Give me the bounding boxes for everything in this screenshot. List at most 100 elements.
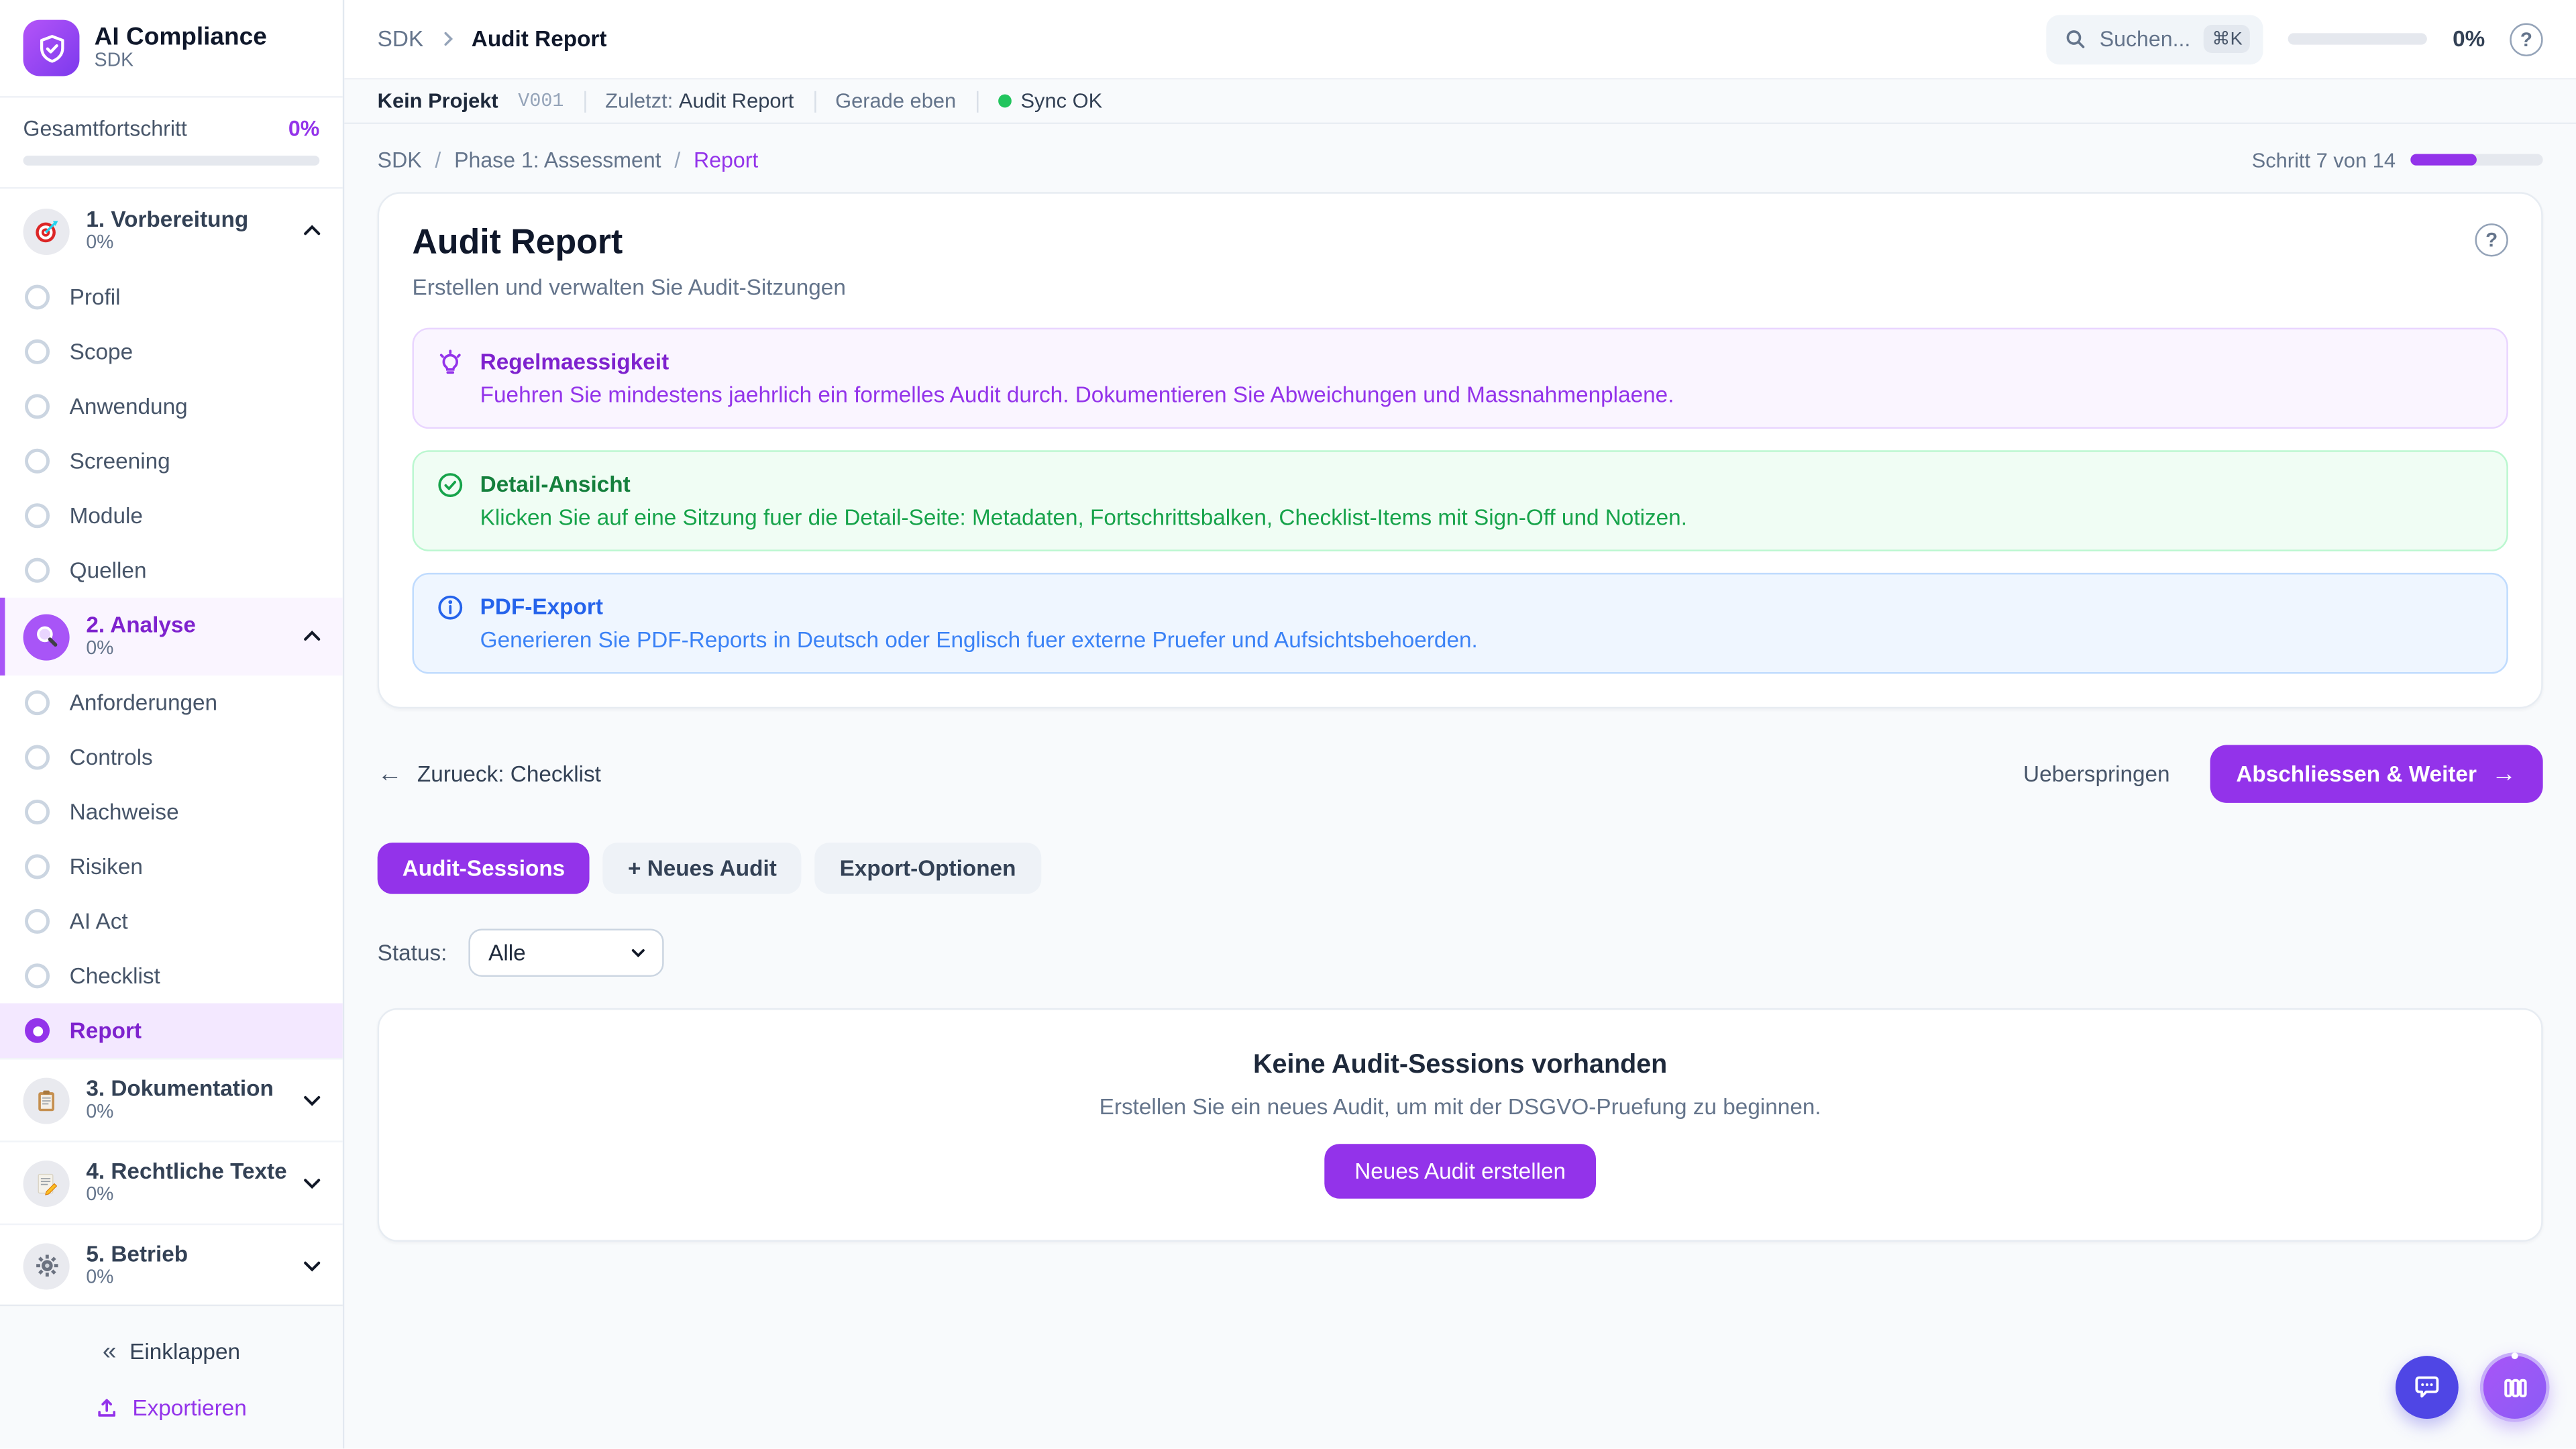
status-bar: Kein Projekt V001 Zuletzt: Audit Report … (344, 79, 2576, 124)
page-title: Audit Report (412, 223, 623, 263)
sidebar-section-dokumentation[interactable]: 3. Dokumentation 0% (0, 1058, 343, 1140)
sidebar-item-nachweise[interactable]: Nachweise (0, 785, 343, 839)
search-icon (2065, 28, 2086, 50)
empty-state-title: Keine Audit-Sessions vorhanden (1253, 1051, 1667, 1081)
complete-next-button[interactable]: Abschliessen & Weiter → (2210, 745, 2543, 803)
section-label: 5. Betrieb (86, 1242, 284, 1268)
radio-icon (25, 909, 50, 934)
search-input[interactable]: Suchen... ⌘K (2047, 14, 2264, 64)
chat-bubble-icon (2412, 1373, 2442, 1402)
project-name: Kein Projekt (378, 89, 498, 113)
tab-neues-audit[interactable]: + Neues Audit (603, 843, 802, 894)
sidebar: AI Compliance SDK Gesamtfortschritt 0% 1… (0, 0, 344, 1448)
export-label: Exportieren (132, 1395, 246, 1419)
chevron-down-icon (301, 1172, 323, 1193)
section-percent: 0% (86, 1103, 284, 1124)
page-breadcrumb-current: Report (694, 148, 758, 172)
step-progress: Schritt 7 von 14 (2252, 148, 2543, 172)
sidebar-item-controls[interactable]: Controls (0, 730, 343, 784)
topbar: SDK Audit Report Suchen... ⌘K 0% ? (344, 0, 2576, 79)
radio-icon (25, 284, 50, 309)
card-help-icon[interactable]: ? (2475, 223, 2508, 256)
last-label: Zuletzt: (605, 89, 673, 113)
step-progress-bar (2410, 154, 2542, 166)
page-breadcrumb: SDK / Phase 1: Assessment / Report (378, 148, 759, 172)
sidebar-section-rechtliche-texte[interactable]: 4. Rechtliche Texte 0% (0, 1140, 343, 1223)
arrow-left-icon: ← (378, 760, 402, 788)
status-select-value: Alle (488, 941, 526, 965)
sidebar-item-module[interactable]: Module (0, 488, 343, 543)
export-button[interactable]: Exportieren (0, 1383, 343, 1432)
overall-progress-bar (23, 156, 320, 166)
chevron-up-icon (301, 626, 323, 647)
memo-pencil-icon (23, 1160, 70, 1206)
chat-button[interactable] (2396, 1356, 2459, 1419)
page-subtitle: Erstellen und verwalten Sie Audit-Sitzun… (412, 275, 2508, 300)
breadcrumb-root[interactable]: SDK (378, 26, 424, 51)
sidebar-item-screening[interactable]: Screening (0, 434, 343, 488)
info-box-title: Detail-Ansicht (480, 470, 1687, 498)
divider (976, 90, 977, 111)
section-label: 2. Analyse (86, 612, 284, 639)
info-box-detail-ansicht: Detail-Ansicht Klicken Sie auf eine Sitz… (412, 450, 2508, 551)
sidebar-section-vorbereitung[interactable]: 1. Vorbereitung 0% (0, 192, 343, 270)
app-title: AI Compliance (95, 23, 267, 52)
collapse-label: Einklappen (129, 1338, 240, 1363)
radio-icon (25, 963, 50, 988)
section-percent: 0% (86, 233, 284, 255)
clipboard-icon (23, 1077, 70, 1123)
sidebar-item-checklist[interactable]: Checklist (0, 949, 343, 1003)
back-label: Zurueck: Checklist (417, 761, 601, 786)
sidebar-item-anforderungen[interactable]: Anforderungen (0, 676, 343, 730)
last-value: Audit Report (679, 89, 794, 113)
tab-export-optionen[interactable]: Export-Optionen (815, 843, 1041, 894)
divider (814, 90, 815, 111)
sidebar-item-quellen[interactable]: Quellen (0, 543, 343, 597)
info-circle-icon (437, 594, 464, 654)
back-button[interactable]: ← Zurueck: Checklist (378, 760, 601, 788)
main-content: SDK / Phase 1: Assessment / Report Schri… (344, 124, 2576, 1448)
sidebar-item-risiken[interactable]: Risiken (0, 839, 343, 894)
sidebar-item-ai-act[interactable]: AI Act (0, 894, 343, 949)
app-header: AI Compliance SDK (0, 0, 343, 98)
search-shortcut-badge: ⌘K (2204, 25, 2251, 53)
page-breadcrumb-root[interactable]: SDK (378, 148, 422, 172)
page-breadcrumb-phase[interactable]: Phase 1: Assessment (454, 148, 661, 172)
section-percent: 0% (86, 1185, 284, 1207)
tab-audit-sessions[interactable]: Audit-Sessions (378, 843, 590, 894)
sidebar-section-analyse[interactable]: 2. Analyse 0% (0, 598, 343, 676)
topbar-progress-value: 0% (2453, 26, 2485, 51)
last-saved-time: Gerade eben (835, 89, 956, 113)
section-label: 1. Vorbereitung (86, 207, 284, 233)
search-placeholder: Suchen... (2100, 26, 2191, 51)
wizard-nav: ← Zurueck: Checklist Ueberspringen Absch… (378, 745, 2543, 803)
empty-state: Keine Audit-Sessions vorhanden Erstellen… (378, 1008, 2543, 1242)
chevron-up-icon (301, 220, 323, 241)
sidebar-section-betrieb[interactable]: 5. Betrieb 0% (0, 1224, 343, 1305)
floating-buttons (2396, 1352, 2550, 1422)
help-icon[interactable]: ? (2510, 22, 2542, 55)
create-audit-button[interactable]: Neues Audit erstellen (1325, 1144, 1596, 1198)
panel-toggle-button[interactable] (2480, 1352, 2550, 1422)
info-box-regelmaessigkeit: Regelmaessigkeit Fuehren Sie mindestens … (412, 328, 2508, 429)
sync-status-label: Sync OK (1020, 89, 1102, 113)
chevron-down-icon (301, 1255, 323, 1277)
magnifier-icon (23, 613, 70, 659)
skip-button[interactable]: Ueberspringen (2006, 748, 2186, 800)
empty-state-body: Erstellen Sie ein neues Audit, um mit de… (1099, 1094, 1821, 1119)
status-filter-label: Status: (378, 941, 447, 965)
sidebar-item-scope[interactable]: Scope (0, 325, 343, 379)
breadcrumb-current: Audit Report (472, 26, 607, 51)
sidebar-item-report[interactable]: Report (0, 1004, 343, 1058)
chevron-down-icon (301, 1089, 323, 1111)
sidebar-nav: 1. Vorbereitung 0% Profil Scope Anwendun… (0, 189, 343, 1304)
next-label: Abschliessen & Weiter (2236, 761, 2477, 786)
status-select[interactable]: Alle (468, 928, 663, 977)
overall-progress-label: Gesamtfortschritt (23, 116, 187, 141)
notification-dot (2512, 1352, 2518, 1359)
collapse-sidebar-button[interactable]: « Einklappen (0, 1326, 343, 1376)
info-box-body: Klicken Sie auf eine Sitzung fuer die De… (480, 503, 1687, 531)
app-window: AI Compliance SDK Gesamtfortschritt 0% 1… (0, 0, 2576, 1448)
sidebar-item-profil[interactable]: Profil (0, 270, 343, 324)
sidebar-item-anwendung[interactable]: Anwendung (0, 379, 343, 433)
